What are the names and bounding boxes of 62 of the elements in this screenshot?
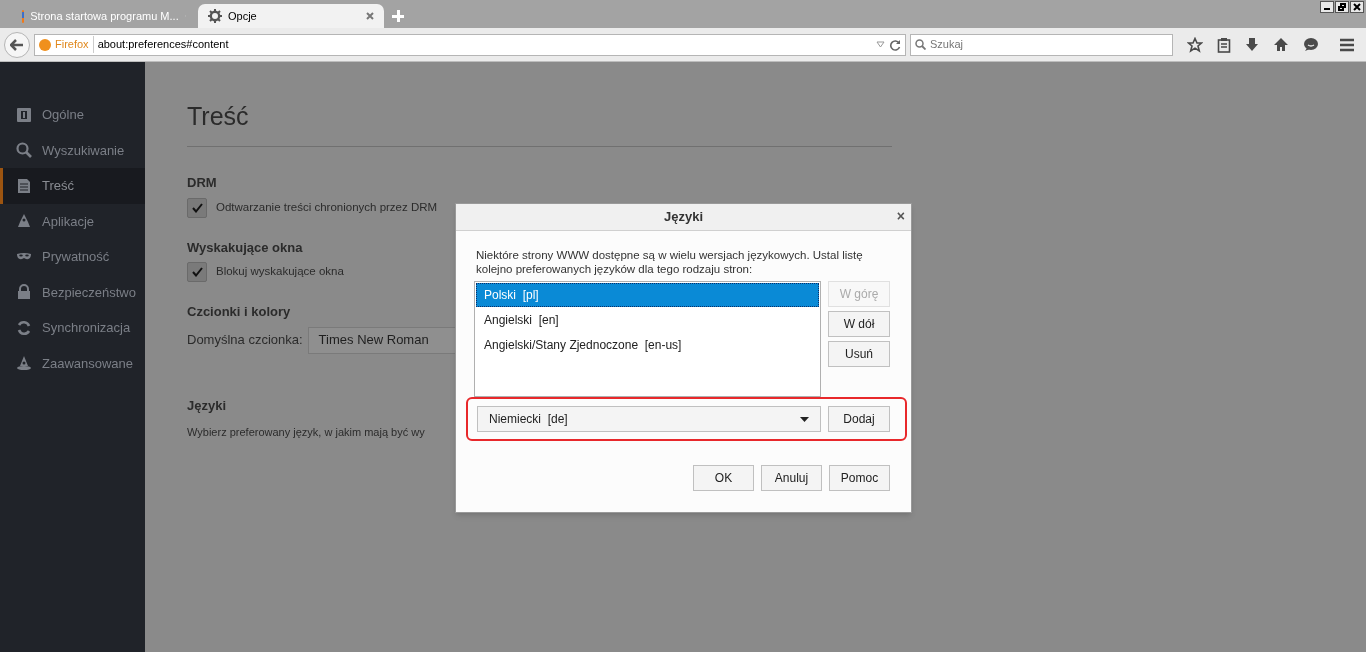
- dialog-button[interactable]: Usuń: [828, 341, 890, 367]
- dialog-button[interactable]: Pomoc: [829, 465, 890, 491]
- section-description: Wybierz preferowany język, w jakim mają być wy: [187, 425, 425, 440]
- dialog-button[interactable]: Anuluj: [761, 465, 822, 491]
- search-icon: [915, 39, 926, 50]
- gear-icon: [208, 9, 222, 23]
- search-field[interactable]: Szukaj: [930, 36, 1168, 53]
- sidebar-item[interactable]: Wyszukiwanie: [0, 132, 145, 168]
- minimize-icon[interactable]: [1320, 1, 1334, 13]
- section-heading: Wyskakujące okna: [187, 238, 303, 257]
- search-icon: [16, 142, 32, 159]
- dialog-description: Niektóre strony WWW dostępne są w wielu wersjach językowych. Ustal listę kolejno preferowanych języków dla tego rodzaju stron:: [475, 248, 864, 276]
- dialog-title: Języki: [663, 208, 703, 227]
- search-box[interactable]: Szukaj: [910, 33, 1173, 56]
- checkmark-icon: [191, 202, 203, 213]
- chat-icon[interactable]: [1303, 37, 1319, 52]
- section-heading: Języki: [187, 396, 227, 415]
- checkbox[interactable]: [187, 262, 207, 282]
- close-button[interactable]: ×: [896, 208, 905, 224]
- checkbox[interactable]: [187, 197, 207, 218]
- apps-icon: [16, 213, 32, 230]
- section-heading: Czcionki i kolory: [187, 303, 291, 321]
- sidebar-item[interactable]: Bezpieczeństwo: [0, 274, 145, 310]
- restore-icon[interactable]: [1335, 1, 1349, 13]
- reload-icon[interactable]: [889, 38, 901, 51]
- add-button[interactable]: Dodaj: [828, 406, 890, 432]
- sidebar-item[interactable]: Zaawansowane: [0, 345, 145, 381]
- star-icon[interactable]: [1187, 36, 1203, 53]
- url-text: about:preferences#content: [97, 37, 230, 53]
- sidebar-item[interactable]: Aplikacje: [0, 203, 145, 239]
- sidebar-item[interactable]: Treść: [0, 168, 145, 204]
- list-item[interactable]: Polski [pl]: [476, 283, 819, 307]
- checkbox-label: Odtwarzanie treści chronionych przez DRM: [216, 199, 438, 215]
- list-item[interactable]: Angielski/Stany Zjednoczone [en-us]: [476, 332, 819, 357]
- sidebar-item[interactable]: Synchronizacja: [0, 310, 145, 346]
- checkbox-label: Blokuj wyskakujące okna: [216, 264, 344, 280]
- dropdown-icon[interactable]: [876, 41, 885, 48]
- dropdown-arrow-icon: [800, 416, 809, 422]
- clipboard-icon[interactable]: [1217, 36, 1231, 53]
- address-bar[interactable]: Firefox about:preferences#content: [34, 33, 906, 56]
- menu-icon[interactable]: [1339, 37, 1355, 52]
- browser-tab[interactable]: Opcje: [198, 4, 384, 28]
- security-icon: [16, 284, 32, 301]
- sidebar-item[interactable]: Ogólne: [0, 97, 145, 133]
- dialog-button[interactable]: OK: [693, 465, 754, 491]
- sync-icon: [16, 319, 32, 336]
- sidebar-item[interactable]: Prywatność: [0, 239, 145, 275]
- page-title: Treść: [187, 102, 250, 130]
- back-arrow-icon: [10, 38, 24, 51]
- download-icon[interactable]: [1245, 36, 1259, 53]
- dialog-button[interactable]: W dół: [828, 311, 890, 337]
- advanced-icon: [16, 355, 32, 372]
- language-select[interactable]: Niemiecki [de]: [477, 406, 821, 432]
- identity-label: Firefox: [55, 36, 94, 53]
- home-icon[interactable]: [1273, 37, 1289, 52]
- list-item[interactable]: Angielski [en]: [476, 307, 819, 332]
- section-heading: DRM: [187, 174, 217, 192]
- field-label: Domyślna czcionka:: [187, 331, 303, 350]
- content-icon: [16, 177, 32, 194]
- general-icon: [16, 106, 32, 123]
- checkmark-icon: [191, 267, 203, 277]
- back-button[interactable]: [4, 31, 30, 58]
